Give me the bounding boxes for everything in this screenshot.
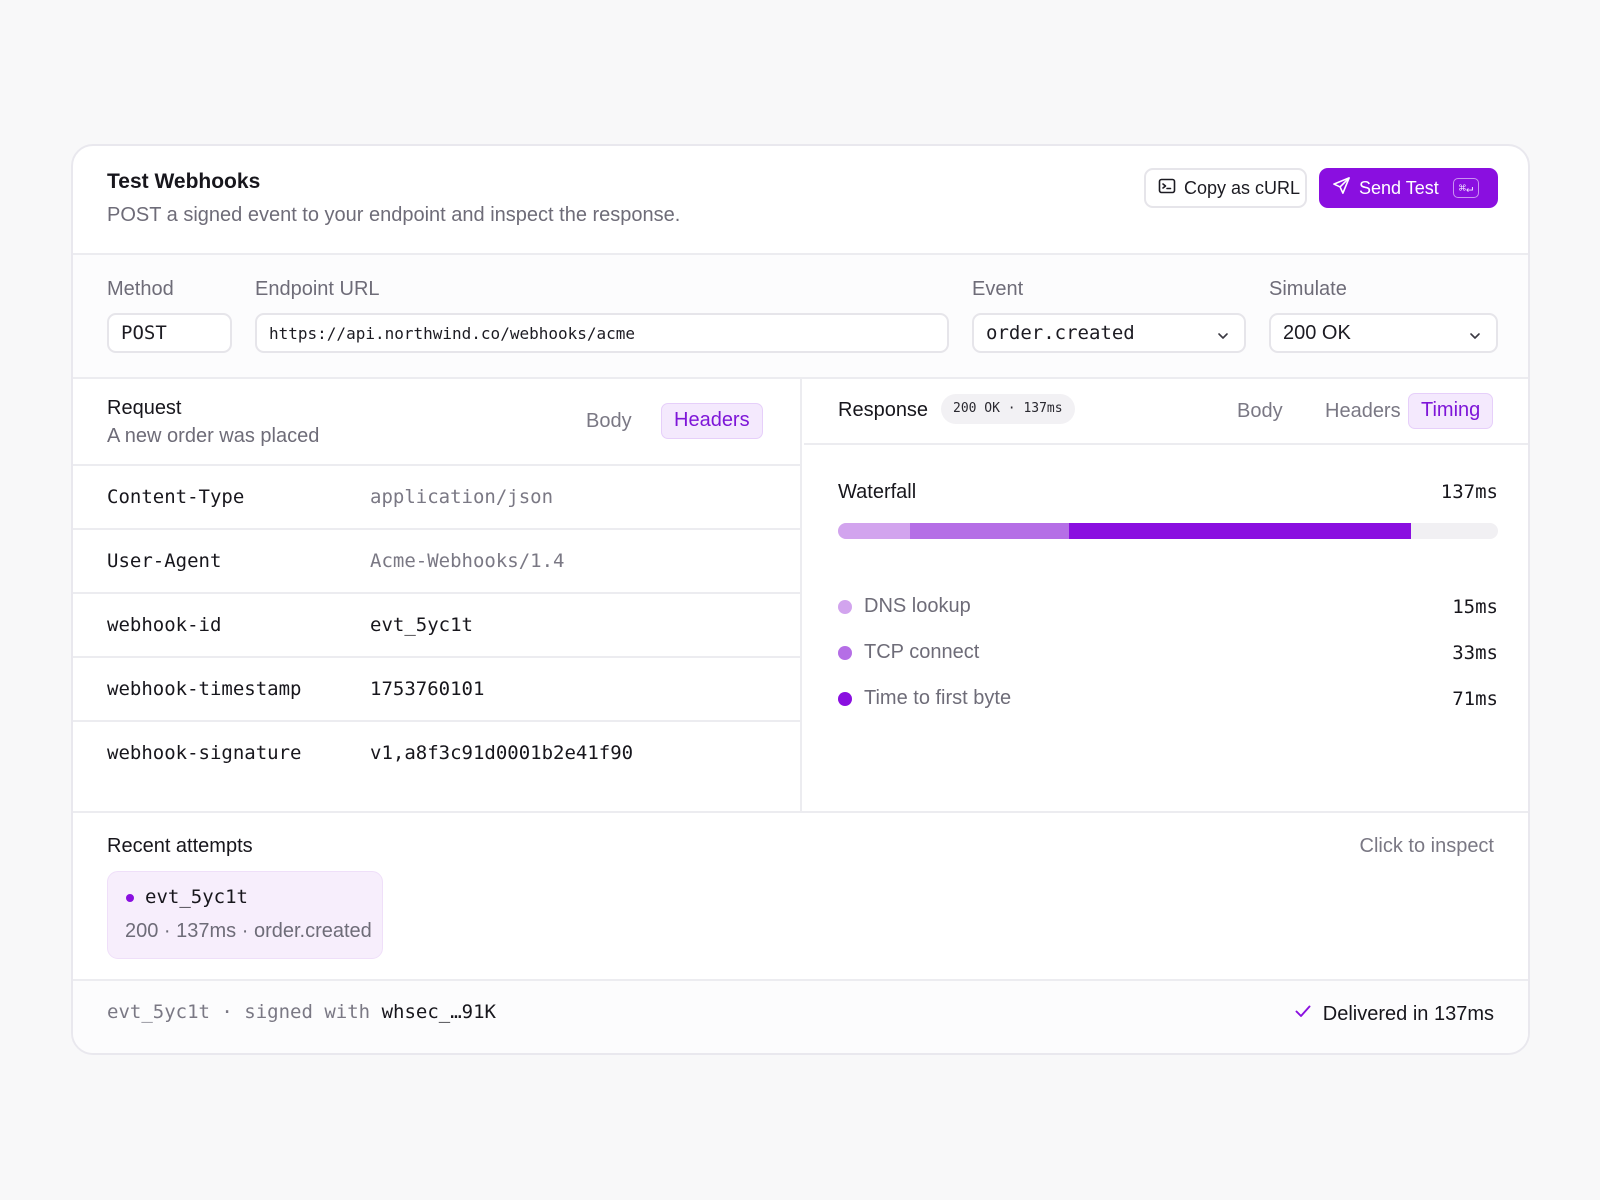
endpoint-url-input[interactable]: https://api.northwind.co/webhooks/acme xyxy=(255,313,949,353)
send-test-label: Send Test xyxy=(1359,177,1439,198)
waterfall-title: Waterfall xyxy=(838,481,917,503)
event-label: Event xyxy=(972,278,1024,300)
request-config-row: Method POST Endpoint URL https://api.nor… xyxy=(73,255,1528,379)
simulate-select[interactable]: 200 OK xyxy=(1269,313,1498,353)
header-value: evt_5yc1t xyxy=(370,614,473,636)
chevron-down-icon xyxy=(1216,326,1230,348)
simulate-label: Simulate xyxy=(1269,278,1347,300)
header-value: v1,a8f3c91d0001b2e41f90 xyxy=(370,742,634,764)
chevron-down-icon xyxy=(1468,326,1482,349)
status-dot xyxy=(126,894,134,902)
legend-row-ttfb: Time to first byte 71ms xyxy=(838,687,1498,711)
waterfall-bar xyxy=(838,523,1498,539)
response-panel: Response 200 OK · 137ms Body Headers Tim… xyxy=(804,379,1528,811)
header-key: webhook-id xyxy=(107,614,222,636)
phase-name: Time to first byte xyxy=(864,687,1012,709)
request-tab-body[interactable]: Body xyxy=(574,403,644,439)
attempt-id: evt_5yc1t xyxy=(145,886,248,908)
endpoint-label: Endpoint URL xyxy=(255,278,380,300)
method-field[interactable]: POST xyxy=(107,313,232,353)
phase-dot xyxy=(838,600,852,614)
table-row: webhook-signature v1,a8f3c91d0001b2e41f9… xyxy=(73,720,800,784)
response-tab-timing[interactable]: Timing xyxy=(1408,393,1494,429)
response-header: Response 200 OK · 137ms Body Headers Tim… xyxy=(804,379,1528,445)
page-title: Test Webhooks xyxy=(107,170,261,193)
request-subtitle: A new order was placed xyxy=(107,425,320,447)
phase-duration: 71ms xyxy=(1452,688,1498,710)
delivery-status: Delivered in 137ms xyxy=(1293,1001,1494,1027)
copy-as-curl-button[interactable]: Copy as cURL xyxy=(1144,168,1307,208)
simulate-select-value: 200 OK xyxy=(1283,321,1351,344)
recent-attempts-title: Recent attempts xyxy=(107,835,253,857)
delivered-label: Delivered in 137ms xyxy=(1322,1002,1494,1025)
footer-secret: whsec_…91K xyxy=(381,1001,496,1023)
attempt-meta: 200 · 137ms · order.created xyxy=(125,920,372,942)
header-value: 1753760101 xyxy=(370,678,485,700)
card-footer: evt_5yc1t · signed with whsec_…91K Deliv… xyxy=(73,979,1528,1053)
event-select-value: order.created xyxy=(986,322,1135,344)
request-title: Request xyxy=(107,397,182,419)
header-value: application/json xyxy=(370,486,554,508)
phase-name: DNS lookup xyxy=(864,595,971,617)
phase-duration: 15ms xyxy=(1452,596,1498,618)
card-header: Test Webhooks POST a signed event to you… xyxy=(73,146,1528,255)
waterfall-total: 137ms xyxy=(1440,481,1498,503)
webhook-test-card: Test Webhooks POST a signed event to you… xyxy=(71,144,1530,1055)
phase-name: TCP connect xyxy=(864,641,980,663)
event-select[interactable]: order.created xyxy=(972,313,1246,353)
header-value: Acme-Webhooks/1.4 xyxy=(370,550,565,572)
response-tab-body[interactable]: Body xyxy=(1225,393,1295,429)
table-row: webhook-timestamp 1753760101 xyxy=(73,656,800,720)
copy-as-curl-label: Copy as cURL xyxy=(1184,177,1301,198)
table-row: User-Agent Acme-Webhooks/1.4 xyxy=(73,528,800,592)
status-badge: 200 OK · 137ms xyxy=(941,394,1075,424)
header-key: webhook-timestamp xyxy=(107,678,302,700)
response-title: Response xyxy=(838,399,929,421)
waterfall-segment xyxy=(1069,523,1411,539)
table-row: Content-Type application/json xyxy=(73,464,800,528)
send-icon xyxy=(1332,176,1351,200)
attempt-card[interactable]: evt_5yc1t 200 · 137ms · order.created xyxy=(107,871,383,959)
footer-signed-text: · signed with xyxy=(221,1001,371,1023)
phase-dot xyxy=(838,692,852,706)
check-icon xyxy=(1293,1001,1313,1027)
header-key: Content-Type xyxy=(107,486,245,508)
send-test-button[interactable]: Send Test ⌘↵ xyxy=(1319,168,1498,208)
terminal-icon xyxy=(1158,177,1176,200)
header-key: webhook-signature xyxy=(107,742,302,764)
response-tab-headers[interactable]: Headers xyxy=(1313,393,1413,429)
request-headers-table: Content-Type application/json User-Agent… xyxy=(73,464,800,784)
waterfall-segment xyxy=(838,523,910,539)
page-subtitle: POST a signed event to your endpoint and… xyxy=(107,204,681,226)
signature-info: evt_5yc1t · signed with whsec_…91K xyxy=(107,1001,496,1023)
keyboard-shortcut-badge: ⌘↵ xyxy=(1452,178,1480,198)
phase-dot xyxy=(838,646,852,660)
table-row: webhook-id evt_5yc1t xyxy=(73,592,800,656)
legend-row-dns: DNS lookup 15ms xyxy=(838,595,1498,619)
recent-attempts-section: Recent attempts Click to inspect evt_5yc… xyxy=(73,811,1528,979)
phase-duration: 33ms xyxy=(1452,642,1498,664)
click-to-inspect-hint: Click to inspect xyxy=(1359,835,1495,857)
request-panel: Request A new order was placed Body Head… xyxy=(73,379,802,811)
header-key: User-Agent xyxy=(107,550,222,572)
footer-event-id: evt_5yc1t xyxy=(107,1001,210,1023)
method-label: Method xyxy=(107,278,174,300)
request-tab-headers[interactable]: Headers xyxy=(661,403,763,439)
waterfall-segment xyxy=(910,523,1069,539)
legend-row-tcp: TCP connect 33ms xyxy=(838,641,1498,665)
